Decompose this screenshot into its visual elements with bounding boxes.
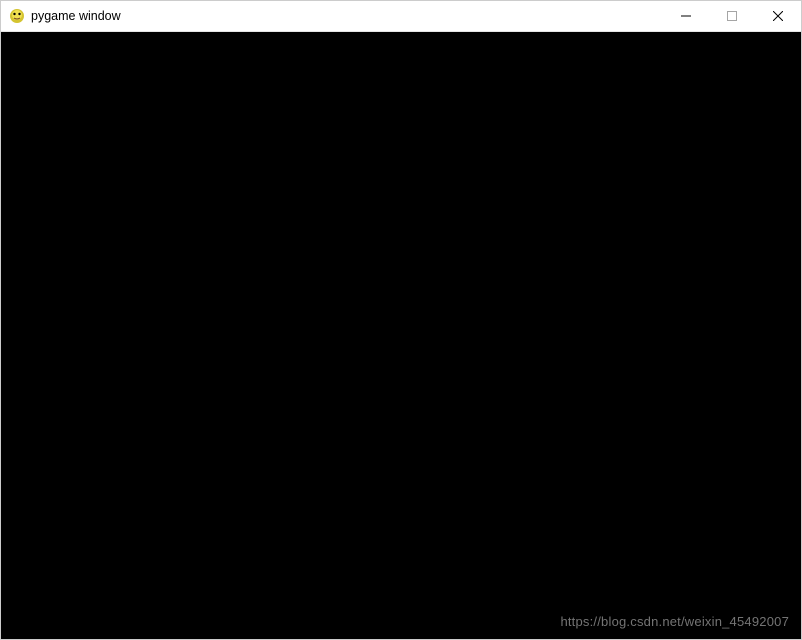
watermark-text: https://blog.csdn.net/weixin_45492007 [560, 614, 789, 629]
minimize-button[interactable] [663, 1, 709, 31]
window-controls [663, 1, 801, 31]
app-window: pygame window https://blog.csdn.net [0, 0, 802, 640]
pygame-canvas[interactable]: https://blog.csdn.net/weixin_45492007 [1, 32, 801, 639]
maximize-button[interactable] [709, 1, 755, 31]
minimize-icon [681, 11, 691, 21]
titlebar[interactable]: pygame window [1, 1, 801, 32]
close-button[interactable] [755, 1, 801, 31]
maximize-icon [727, 11, 737, 21]
close-icon [773, 11, 783, 21]
titlebar-left: pygame window [1, 8, 663, 24]
window-title: pygame window [31, 10, 121, 23]
pygame-snake-icon [9, 8, 25, 24]
